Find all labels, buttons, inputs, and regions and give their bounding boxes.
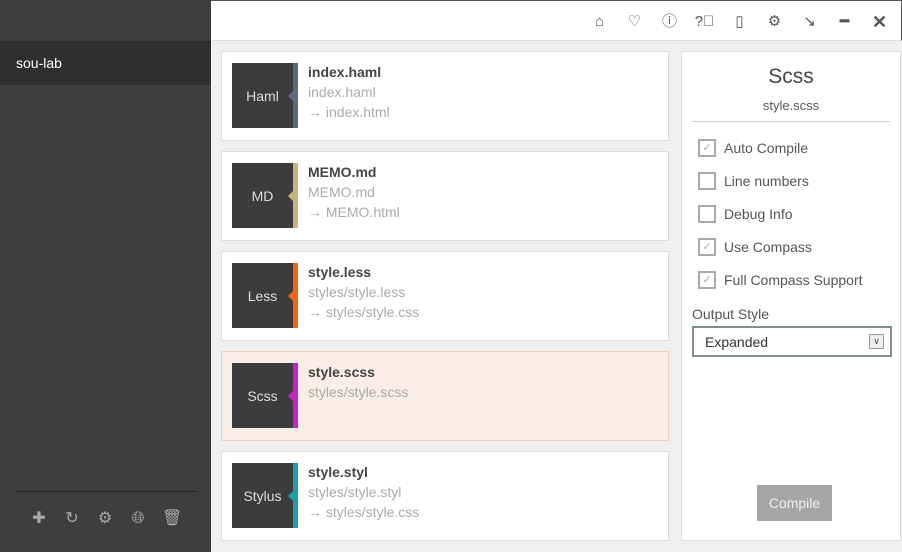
option-label: Use Compass (724, 239, 812, 255)
output-path: → styles/style.css (308, 304, 420, 320)
file-name: MEMO.md (308, 164, 377, 180)
sidebar: sou-lab ✚ ↻ ⚙ 🌐︎ 🗑︎ (0, 0, 211, 552)
globe-icon[interactable]: 🌐︎ (129, 508, 147, 530)
output-style-value: Expanded (705, 334, 769, 350)
file-card[interactable]: Less style.less styles/style.less → styl… (221, 251, 669, 341)
file-type-badge: Scss (232, 363, 293, 428)
file-path: MEMO.md (308, 184, 375, 200)
output-path: → MEMO.html (308, 204, 400, 220)
file-name: index.haml (308, 64, 382, 80)
file-path: styles/style.scss (308, 384, 409, 400)
checkbox[interactable]: ✓ (698, 238, 716, 256)
file-name: style.styl (308, 464, 368, 480)
file-name: style.scss (308, 364, 375, 380)
info-icon[interactable]: ⓘ (658, 11, 681, 33)
panel-filename: style.scss (692, 98, 890, 122)
refresh-icon[interactable]: ↻ (63, 508, 81, 530)
option-label: Debug Info (724, 206, 793, 222)
checkbox[interactable] (698, 172, 716, 190)
settings-panel: Scss style.scss ✓ Auto Compile Line number… (681, 51, 901, 541)
file-type-badge: Less (232, 263, 293, 328)
file-card[interactable]: Haml index.haml index.haml → index.html (221, 51, 669, 141)
divider (16, 491, 196, 492)
output-style-label: Output Style (692, 306, 770, 322)
type-color-strip (288, 63, 298, 128)
type-color-strip (288, 363, 298, 428)
option-checkbox[interactable]: ✓ Use Compass (698, 238, 812, 256)
arrow-down-right-icon[interactable]: ↘ (798, 11, 821, 33)
chevron-down-icon: ∨ (869, 334, 884, 349)
clipboard-icon[interactable]: ▯ (728, 11, 751, 33)
output-style-select[interactable]: Expanded ∨ (692, 326, 892, 357)
home-icon[interactable]: ⌂ (588, 11, 611, 33)
help-icon[interactable]: ?⃝ (693, 11, 716, 33)
file-type-badge: Stylus (232, 463, 293, 528)
compile-button[interactable]: Compile (757, 485, 832, 521)
file-type-badge: MD (232, 163, 293, 228)
checkbox[interactable]: ✓ (698, 271, 716, 289)
type-color-strip (288, 463, 298, 528)
option-checkbox[interactable]: Line numbers (698, 172, 809, 190)
gear-icon[interactable]: ⚙ (96, 508, 114, 530)
checkbox[interactable]: ✓ (698, 139, 716, 157)
file-card[interactable]: Stylus style.styl styles/style.styl → st… (221, 451, 669, 541)
option-checkbox[interactable]: ✓ Full Compass Support (698, 271, 863, 289)
output-path: → styles/style.css (308, 504, 420, 520)
trash-icon[interactable]: 🗑︎ (162, 508, 182, 530)
checkbox[interactable] (698, 205, 716, 223)
file-card[interactable]: Scss style.scss styles/style.scss (221, 351, 669, 441)
file-card[interactable]: MD MEMO.md MEMO.md → MEMO.html (221, 151, 669, 241)
close-icon[interactable]: ✕ (868, 11, 891, 33)
toolbar: ⌂ ♡ ⓘ ?⃝ ▯ ⚙ ↘ ━ ✕ (211, 0, 902, 41)
project-item[interactable]: sou-lab (0, 41, 211, 85)
option-label: Full Compass Support (724, 272, 863, 288)
type-color-strip (288, 263, 298, 328)
type-color-strip (288, 163, 298, 228)
option-label: Line numbers (724, 173, 809, 189)
file-type-badge: Haml (232, 63, 293, 128)
heart-icon[interactable]: ♡ (623, 11, 646, 33)
minimize-icon[interactable]: ━ (833, 11, 856, 33)
output-path: → index.html (308, 104, 390, 120)
file-path: styles/style.less (308, 284, 406, 300)
file-path: index.haml (308, 84, 376, 100)
option-checkbox[interactable]: ✓ Auto Compile (698, 139, 808, 157)
file-path: styles/style.styl (308, 484, 402, 500)
option-checkbox[interactable]: Debug Info (698, 205, 793, 223)
file-name: style.less (308, 264, 372, 280)
plus-icon[interactable]: ✚ (30, 508, 48, 530)
panel-title: Scss (768, 65, 814, 88)
option-label: Auto Compile (724, 140, 809, 156)
gear-icon[interactable]: ⚙ (763, 11, 786, 33)
